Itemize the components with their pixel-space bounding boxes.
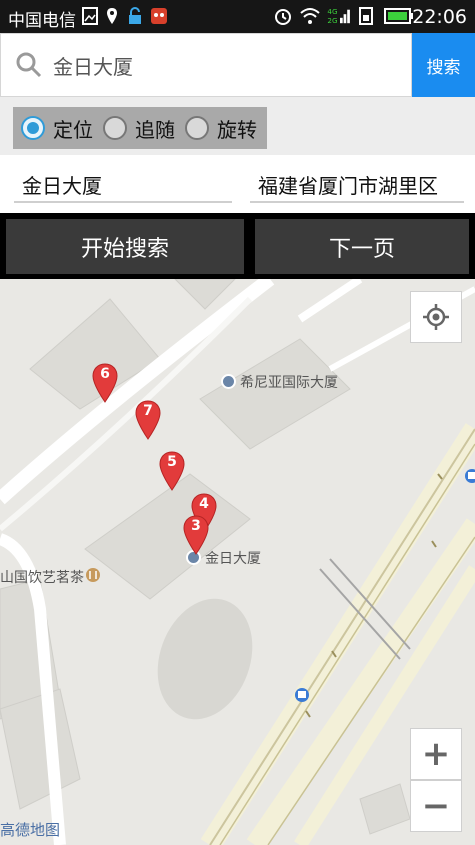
result-marker[interactable]: 7 <box>135 400 161 440</box>
map-view[interactable]: 希尼亚国际大厦 金日大厦 山国饮艺茗茶 6 7 5 4 3 + − 高德地图 <box>0 279 475 845</box>
location-icon <box>107 8 117 24</box>
image-icon <box>82 7 98 25</box>
sim-icon <box>359 7 373 25</box>
zoom-in-button[interactable]: + <box>410 728 462 780</box>
marker-number: 7 <box>143 403 153 419</box>
marker-number: 6 <box>100 366 110 382</box>
wifi-icon <box>300 8 320 24</box>
marker-number: 5 <box>167 454 177 470</box>
start-search-button[interactable]: 开始搜索 <box>6 219 244 274</box>
signal-icon: 4G2G <box>327 7 350 25</box>
radio-label: 旋转 <box>217 117 257 142</box>
result-marker[interactable]: 3 <box>183 515 209 555</box>
restaurant-icon <box>86 568 100 582</box>
clock: 22:06 <box>412 6 467 28</box>
bus-stop-icon <box>295 688 309 702</box>
result-marker[interactable]: 6 <box>92 363 118 403</box>
radio-group: 定位 追随 旋转 <box>13 107 267 149</box>
search-button[interactable]: 搜索 <box>412 33 475 97</box>
marker-number: 3 <box>191 518 201 534</box>
app-notification-icon <box>151 8 167 24</box>
locate-icon <box>423 304 449 330</box>
search-fields <box>0 155 475 213</box>
radio-rotate[interactable]: 旋转 <box>185 114 257 143</box>
radio-locate[interactable]: 定位 <box>21 114 93 143</box>
radio-label: 定位 <box>53 117 93 142</box>
marker-number: 4 <box>199 496 209 512</box>
map-mode-options: 定位 追随 旋转 <box>0 97 475 155</box>
search-bar: 搜索 <box>0 33 475 97</box>
alarm-icon <box>275 9 291 25</box>
keyword-field[interactable] <box>14 167 232 203</box>
radio-follow[interactable]: 追随 <box>103 114 175 143</box>
radio-label: 追随 <box>135 117 175 142</box>
result-marker[interactable]: 5 <box>159 451 185 491</box>
svg-text:4G: 4G <box>327 7 337 16</box>
battery-icon <box>384 8 413 24</box>
radio-button[interactable] <box>103 116 127 140</box>
city-field[interactable] <box>250 167 464 203</box>
map-provider-logo: 高德地图 <box>0 821 61 839</box>
minus-icon: − <box>421 786 451 826</box>
building-poi-icon <box>221 374 236 389</box>
zoom-out-button[interactable]: − <box>410 780 462 832</box>
bus-stop-icon <box>465 469 475 483</box>
poi-label: 希尼亚国际大厦 <box>240 375 338 391</box>
radio-button[interactable] <box>185 116 209 140</box>
svg-text:2G: 2G <box>327 16 337 25</box>
search-input[interactable] <box>53 50 393 80</box>
search-icon <box>16 52 42 78</box>
poi-label: 山国饮艺茗茶 <box>0 570 84 586</box>
next-page-button[interactable]: 下一页 <box>255 219 469 274</box>
poi-label: 金日大厦 <box>205 551 261 567</box>
search-box <box>0 33 412 97</box>
radio-button[interactable] <box>21 116 45 140</box>
locate-button[interactable] <box>410 291 462 343</box>
status-bar: 中国电信 4G 2G 22:06 <box>0 0 475 33</box>
plus-icon: + <box>421 734 451 774</box>
carrier-name: 中国电信 <box>8 11 76 31</box>
action-buttons: 开始搜索 下一页 <box>0 213 475 279</box>
lock-icon <box>129 7 141 24</box>
